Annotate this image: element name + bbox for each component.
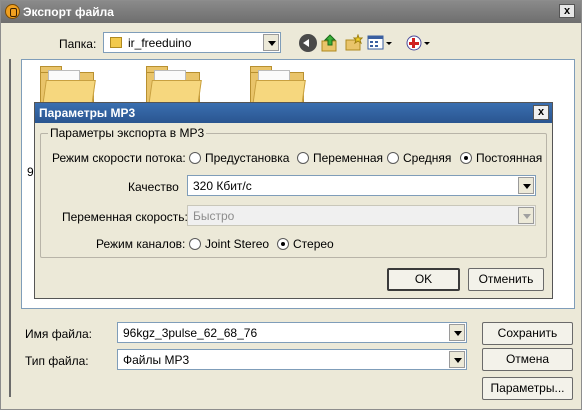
save-button[interactable]: Сохранить <box>482 322 573 345</box>
quality-combobox[interactable]: 320 Кбит/с <box>187 175 536 196</box>
variable-speed-combobox: Быстро <box>187 205 536 226</box>
ok-button[interactable]: OK <box>387 268 460 291</box>
variable-speed-dropdown-button <box>518 207 534 224</box>
bitrate-mode-constant-label[interactable]: Постоянная <box>476 151 542 165</box>
channel-mode-stereo-radio[interactable] <box>277 238 289 250</box>
folder-item-icon[interactable] <box>146 66 202 106</box>
options-button[interactable]: Параметры... <box>482 377 573 400</box>
channel-mode-label: Режим каналов: <box>96 237 186 251</box>
filename-label: Имя файла: <box>25 327 92 341</box>
view-menu-icon[interactable] <box>367 34 393 52</box>
bitrate-mode-preset-label[interactable]: Предустановка <box>205 151 289 165</box>
folder-dropdown-button[interactable] <box>263 34 279 51</box>
filename-combobox[interactable]: 96kgz_3pulse_62_68_76 <box>117 322 467 343</box>
filetype-label: Тип файла: <box>25 354 89 368</box>
filetype-value: Файлы MP3 <box>123 353 190 367</box>
file-list-partial-text: 9 <box>27 165 34 179</box>
bitrate-mode-constant-radio[interactable] <box>460 152 472 164</box>
filetype-dropdown-button[interactable] <box>449 351 465 368</box>
variable-speed-label: Переменная скорость: <box>62 210 188 224</box>
channel-mode-joint-stereo-radio[interactable] <box>189 238 201 250</box>
variable-speed-value: Быстро <box>193 209 235 223</box>
dialog-close-button[interactable]: x <box>533 105 549 120</box>
back-icon[interactable] <box>299 34 317 52</box>
folder-item-icon[interactable] <box>250 66 306 106</box>
audacity-app-icon <box>5 4 20 19</box>
bitrate-mode-average-label[interactable]: Средняя <box>403 151 451 165</box>
folder-label: Папка: <box>59 37 97 51</box>
bitrate-mode-average-radio[interactable] <box>387 152 399 164</box>
bitrate-mode-variable-radio[interactable] <box>297 152 309 164</box>
new-folder-icon[interactable] <box>345 33 364 52</box>
filename-value: 96kgz_3pulse_62_68_76 <box>123 326 258 340</box>
folder-icon <box>110 37 122 48</box>
cancel-button[interactable]: Отмена <box>482 348 573 371</box>
mp3-options-dialog: Параметры MP3 x Параметры экспорта в MP3… <box>34 102 553 299</box>
window-title: Экспорт файла <box>23 5 114 19</box>
folder-value: ir_freeduino <box>128 36 192 50</box>
filename-dropdown-button[interactable] <box>449 324 465 341</box>
window-titlebar[interactable]: Экспорт файла x <box>1 1 581 23</box>
mp3-export-options-group: Параметры экспорта в MP3 Режим скорости … <box>40 126 547 258</box>
channel-mode-joint-stereo-label[interactable]: Joint Stereo <box>205 237 269 251</box>
bitrate-mode-preset-radio[interactable] <box>189 152 201 164</box>
folder-item-icon[interactable] <box>40 66 96 106</box>
dialog-title: Параметры MP3 <box>39 106 136 120</box>
quality-label: Качество <box>128 180 179 194</box>
places-bar-edge <box>9 59 17 397</box>
up-folder-icon[interactable] <box>321 34 339 52</box>
quality-value: 320 Кбит/с <box>193 179 252 193</box>
dialog-cancel-button[interactable]: Отменить <box>468 268 544 291</box>
tools-menu-icon[interactable] <box>405 34 431 52</box>
quality-dropdown-button[interactable] <box>518 177 534 194</box>
dialog-titlebar[interactable]: Параметры MP3 x <box>35 103 552 123</box>
bitrate-mode-variable-label[interactable]: Переменная <box>313 151 383 165</box>
bitrate-mode-label: Режим скорости потока: <box>52 151 186 165</box>
export-file-window: Экспорт файла x Папка: ir_freeduino 9 Им… <box>0 0 582 410</box>
channel-mode-stereo-label[interactable]: Стерео <box>293 237 334 251</box>
window-close-button[interactable]: x <box>559 4 575 18</box>
folder-combobox[interactable]: ir_freeduino <box>103 32 281 53</box>
group-caption: Параметры экспорта в MP3 <box>48 126 207 140</box>
filetype-combobox[interactable]: Файлы MP3 <box>117 349 467 370</box>
